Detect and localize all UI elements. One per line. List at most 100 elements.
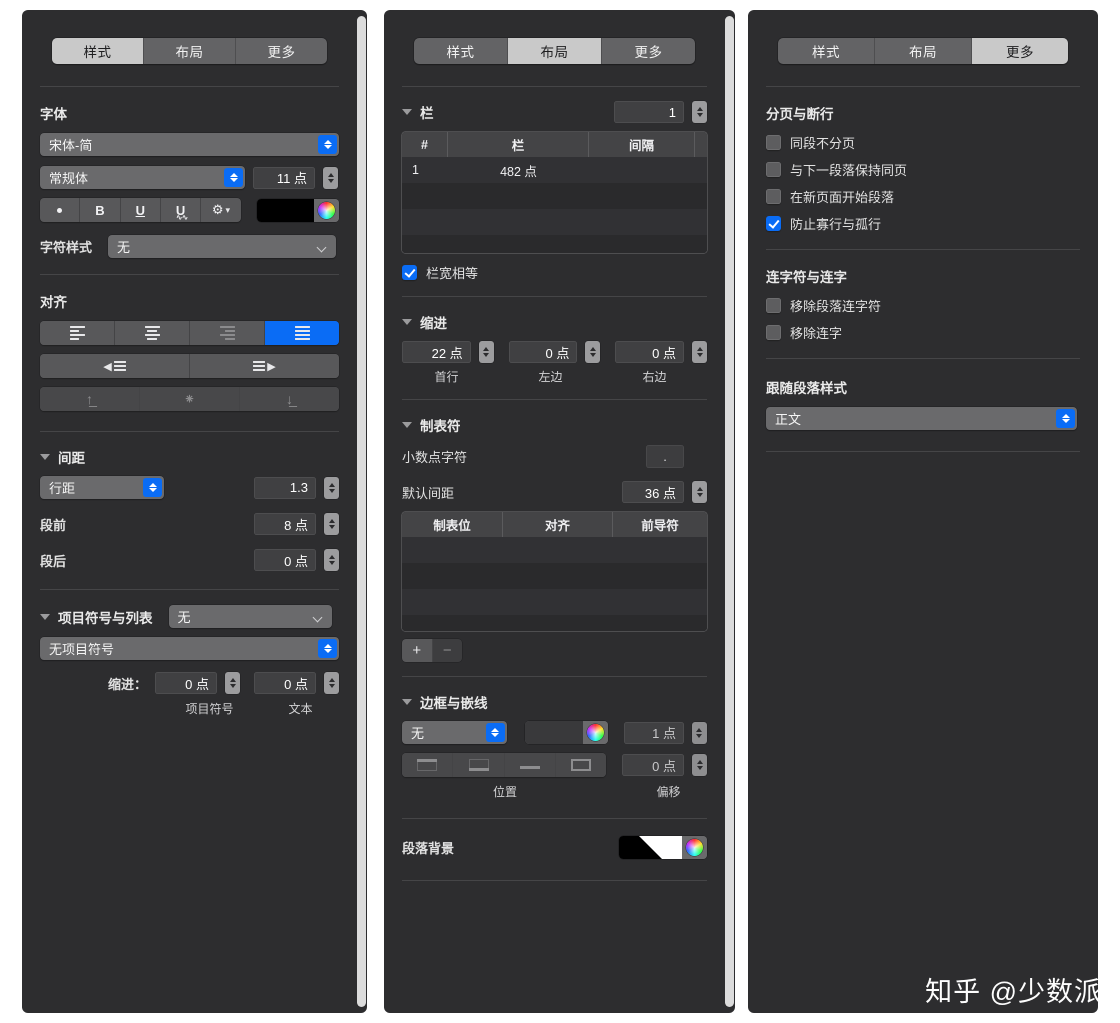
table-row[interactable] xyxy=(402,615,707,631)
tab-more[interactable]: 更多 xyxy=(602,38,695,64)
keep-with-next-checkbox[interactable] xyxy=(766,162,781,177)
table-row[interactable] xyxy=(402,537,707,563)
align-center-button[interactable] xyxy=(115,321,190,345)
indents-disclosure[interactable]: 缩进 xyxy=(402,312,707,332)
table-row[interactable] xyxy=(402,183,707,209)
prevent-widows-orphans-checkbox[interactable] xyxy=(766,216,781,231)
border-width-stepper[interactable] xyxy=(691,721,707,744)
tab-layout[interactable]: 布局 xyxy=(508,38,602,64)
tab-style[interactable]: 样式 xyxy=(414,38,508,64)
tabstop-add-remove-buttons[interactable]: + − xyxy=(402,639,462,662)
tab-style[interactable]: 样式 xyxy=(52,38,144,64)
columns-count-input[interactable]: 1 xyxy=(614,101,684,123)
table-row[interactable] xyxy=(402,235,707,253)
horizontal-align-buttons[interactable] xyxy=(40,321,339,345)
border-offset-input[interactable]: 0 点 xyxy=(622,754,684,776)
font-color-swatch[interactable] xyxy=(256,198,314,222)
table-row[interactable] xyxy=(402,563,707,589)
tabbar-style-panel[interactable]: 样式 布局 更多 xyxy=(52,38,327,64)
left-indent-stepper[interactable] xyxy=(585,341,601,363)
checkbox-row-keep-lines-together[interactable]: 同段不分页 xyxy=(766,133,1080,152)
bullets-preset-select[interactable]: 无 xyxy=(168,605,332,628)
equal-column-width-row[interactable]: 栏宽相等 xyxy=(402,263,707,282)
color-wheel-button[interactable] xyxy=(583,721,609,744)
bullet-indent-stepper[interactable] xyxy=(225,672,240,694)
bullet-indent-input[interactable]: 0 点 xyxy=(155,672,217,694)
space-before-input[interactable]: 8 点 xyxy=(254,513,316,535)
font-size-stepper[interactable] xyxy=(323,166,338,189)
align-bottom-button[interactable]: ↓̲ xyxy=(240,387,339,411)
border-width-input[interactable]: 1 点 xyxy=(624,721,684,744)
layout-panel-scrollbar[interactable] xyxy=(725,16,734,1007)
align-right-button[interactable] xyxy=(190,321,265,345)
font-size-input[interactable]: 11 点 xyxy=(253,166,315,189)
columns-count-stepper[interactable] xyxy=(692,101,707,123)
remove-hyphenation-checkbox[interactable] xyxy=(766,298,781,313)
align-left-button[interactable] xyxy=(40,321,115,345)
remove-tabstop-button[interactable]: − xyxy=(432,639,462,662)
text-indent-stepper[interactable] xyxy=(324,672,339,694)
spacing-disclosure[interactable]: 间距 xyxy=(40,447,339,467)
bullet-type-select[interactable]: 无项目符号 xyxy=(40,637,339,660)
font-weight-select[interactable]: 常规体 xyxy=(40,166,245,189)
table-row[interactable]: 1 482 点 xyxy=(402,157,707,183)
table-row[interactable] xyxy=(402,589,707,615)
line-spacing-stepper[interactable] xyxy=(324,476,339,499)
space-after-stepper[interactable] xyxy=(324,549,339,571)
align-justify-button[interactable] xyxy=(265,321,339,345)
remove-ligatures-checkbox[interactable] xyxy=(766,325,781,340)
decimal-char-input[interactable]: . xyxy=(646,445,684,468)
tab-layout[interactable]: 布局 xyxy=(875,38,972,64)
line-spacing-mode-select[interactable]: 行距 xyxy=(40,476,164,499)
line-spacing-input[interactable]: 1.3 xyxy=(254,476,316,499)
default-spacing-stepper[interactable] xyxy=(692,481,707,503)
first-line-indent-input[interactable]: 22 点 xyxy=(402,341,471,363)
style-panel-scrollbar[interactable] xyxy=(357,16,366,1007)
checkbox-row-prevent-widows-orphans[interactable]: 防止寡行与孤行 xyxy=(766,214,1080,233)
tabbar-layout-panel[interactable]: 样式 布局 更多 xyxy=(414,38,695,64)
border-style-select[interactable]: 无 xyxy=(402,721,507,744)
indent-buttons[interactable]: ◀ ▶ xyxy=(40,354,339,378)
right-indent-stepper[interactable] xyxy=(692,341,708,363)
add-tabstop-button[interactable]: + xyxy=(402,639,433,662)
bullet-button[interactable] xyxy=(40,198,81,222)
tabstops-table[interactable]: 制表位 对齐 前导符 xyxy=(402,512,707,631)
left-indent-input[interactable]: 0 点 xyxy=(508,341,578,363)
border-position-buttons[interactable] xyxy=(402,753,607,777)
wavy-underline-button[interactable]: U ∿∿ xyxy=(160,198,202,222)
paragraph-background-swatch[interactable] xyxy=(619,836,682,859)
columns-table[interactable]: # 栏 间隔 1 482 点 xyxy=(402,132,707,253)
tabbar-more-panel[interactable]: 样式 布局 更多 xyxy=(778,38,1068,64)
columns-disclosure[interactable]: 栏 xyxy=(402,102,434,122)
first-line-indent-stepper[interactable] xyxy=(478,341,494,363)
font-color-well[interactable] xyxy=(256,198,339,222)
borders-disclosure[interactable]: 边框与嵌线 xyxy=(402,692,707,712)
right-indent-input[interactable]: 0 点 xyxy=(615,341,685,363)
underline-button[interactable]: U xyxy=(120,198,161,222)
border-underline-button[interactable] xyxy=(504,753,557,777)
vertical-align-buttons[interactable]: ↑̲ ⁕ ↓̲ xyxy=(40,387,339,411)
font-family-select[interactable]: 宋体-简 xyxy=(40,133,339,156)
border-box-button[interactable] xyxy=(556,753,607,777)
border-bottom-button[interactable] xyxy=(453,753,505,777)
border-top-button[interactable] xyxy=(402,753,454,777)
bold-button[interactable]: B xyxy=(80,198,121,222)
checkbox-row-start-on-new-page[interactable]: 在新页面开始段落 xyxy=(766,187,1080,206)
decrease-indent-button[interactable]: ◀ xyxy=(40,354,190,378)
tab-style[interactable]: 样式 xyxy=(778,38,875,64)
align-top-button[interactable]: ↑̲ xyxy=(40,387,140,411)
following-style-select[interactable]: 正文 xyxy=(766,407,1077,430)
tab-more[interactable]: 更多 xyxy=(236,38,327,64)
text-options-button[interactable]: ⚙ ▾ xyxy=(201,198,241,222)
checkbox-row-remove-ligatures[interactable]: 移除连字 xyxy=(766,323,1080,342)
start-on-new-page-checkbox[interactable] xyxy=(766,189,781,204)
space-after-input[interactable]: 0 点 xyxy=(254,549,316,571)
font-style-buttons[interactable]: B U U ∿∿ ⚙ ▾ xyxy=(40,198,241,222)
char-style-select[interactable]: 无 xyxy=(108,235,337,258)
paragraph-background-color-well[interactable] xyxy=(619,836,707,859)
text-indent-input[interactable]: 0 点 xyxy=(254,672,316,694)
border-color-swatch[interactable] xyxy=(524,721,584,744)
tab-more[interactable]: 更多 xyxy=(972,38,1068,64)
equal-column-width-checkbox[interactable] xyxy=(402,265,417,280)
default-spacing-input[interactable]: 36 点 xyxy=(622,481,684,503)
